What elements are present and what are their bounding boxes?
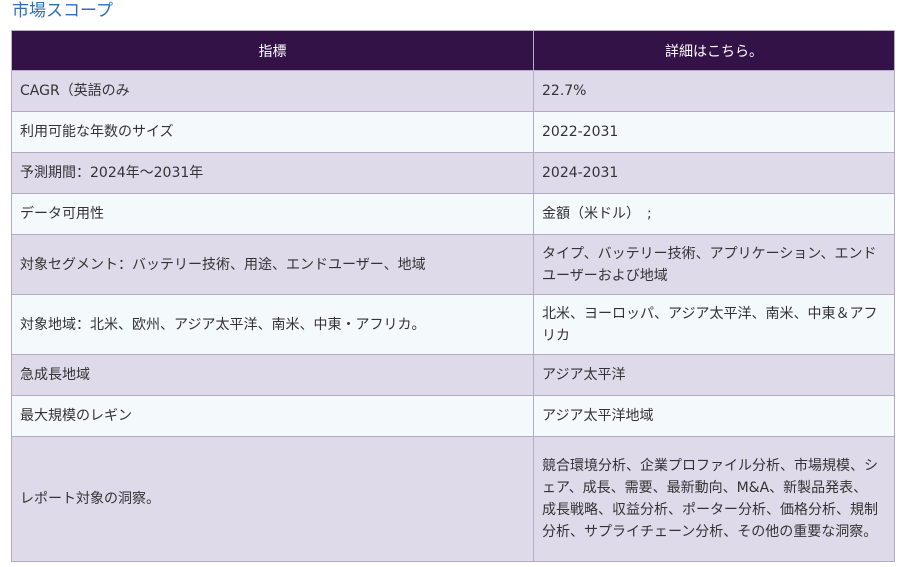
header-metric: 指標 <box>11 30 534 71</box>
table-header-row: 指標 詳細はこちら。 <box>11 30 895 71</box>
detail-cell: アジア太平洋 <box>533 354 895 396</box>
detail-cell: 2024-2031 <box>533 152 895 194</box>
table-row: 急成長地域 アジア太平洋 <box>11 354 895 396</box>
detail-cell: 2022-2031 <box>533 111 895 153</box>
metric-cell: 対象地域：北米、欧州、アジア太平洋、南米、中東・アフリカ。 <box>11 294 534 355</box>
metric-cell: 最大規模のレギン <box>11 395 534 437</box>
table-row: 対象セグメント：バッテリー技術、用途、エンドユーザー、地域 タイプ、バッテリー技… <box>11 234 895 295</box>
detail-cell: 金額（米ドル） ; <box>533 193 895 235</box>
metric-cell: 予測期間：2024年～2031年 <box>11 152 534 194</box>
market-scope-table: 指標 詳細はこちら。 CAGR（英語のみ 22.7% 利用可能な年数のサイズ 2… <box>11 30 895 562</box>
table-row: 利用可能な年数のサイズ 2022-2031 <box>11 111 895 153</box>
table-row: CAGR（英語のみ 22.7% <box>11 70 895 112</box>
metric-cell: 対象セグメント：バッテリー技術、用途、エンドユーザー、地域 <box>11 234 534 295</box>
table-row: データ可用性 金額（米ドル） ; <box>11 193 895 235</box>
detail-cell: アジア太平洋地域 <box>533 395 895 437</box>
table-row: 対象地域：北米、欧州、アジア太平洋、南米、中東・アフリカ。 北米、ヨーロッパ、ア… <box>11 294 895 355</box>
detail-cell: タイプ、バッテリー技術、アプリケーション、エンドユーザーおよび地域 <box>533 234 895 295</box>
section-title: 市場スコープ <box>12 1 113 21</box>
table-row: レポート対象の洞察。 競合環境分析、企業プロファイル分析、市場規模、シェア、成長… <box>11 436 895 562</box>
header-detail: 詳細はこちら。 <box>533 30 895 71</box>
metric-cell: 利用可能な年数のサイズ <box>11 111 534 153</box>
metric-cell: データ可用性 <box>11 193 534 235</box>
detail-cell: 22.7% <box>533 70 895 112</box>
detail-cell: 競合環境分析、企業プロファイル分析、市場規模、シェア、成長、需要、最新動向、M&… <box>533 436 895 562</box>
metric-cell: レポート対象の洞察。 <box>11 436 534 562</box>
table-row: 最大規模のレギン アジア太平洋地域 <box>11 395 895 437</box>
metric-cell: 急成長地域 <box>11 354 534 396</box>
table-row: 予測期間：2024年～2031年 2024-2031 <box>11 152 895 194</box>
metric-cell: CAGR（英語のみ <box>11 70 534 112</box>
detail-cell: 北米、ヨーロッパ、アジア太平洋、南米、中東＆アフリカ <box>533 294 895 355</box>
